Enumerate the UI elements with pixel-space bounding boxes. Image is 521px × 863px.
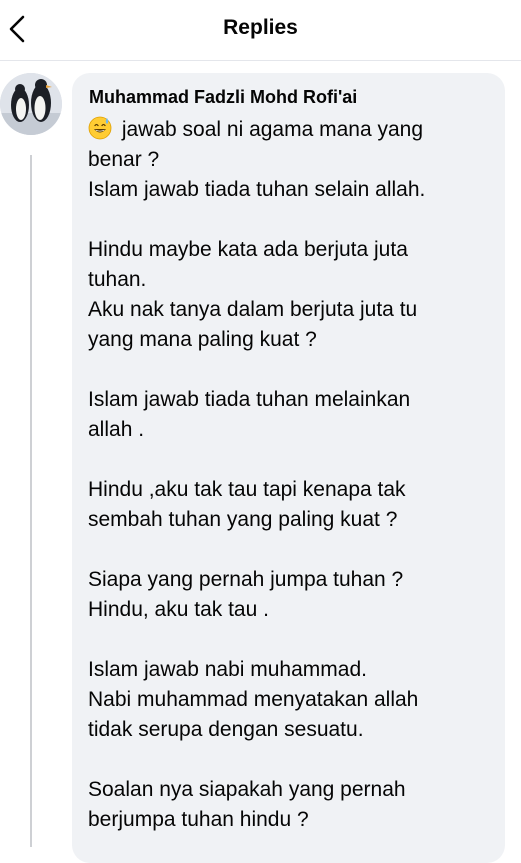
comment-body: jawab soal ni agama mana yang benar ? Is… [88,115,493,835]
thread-line [30,155,32,847]
comment-bubble: Muhammad Fadzli Mohd Rofi'ai jawab soal … [72,73,505,863]
comment-author[interactable]: Muhammad Fadzli Mohd Rofi'ai [89,87,357,108]
page-title: Replies [223,16,298,39]
top-bar: Replies [0,0,521,61]
comment-text: jawab soal ni agama mana yang benar ? Is… [88,118,426,831]
grinning-sweat-emoji-icon [88,116,112,140]
penguin-avatar-icon [0,73,62,135]
avatar[interactable] [0,73,62,135]
